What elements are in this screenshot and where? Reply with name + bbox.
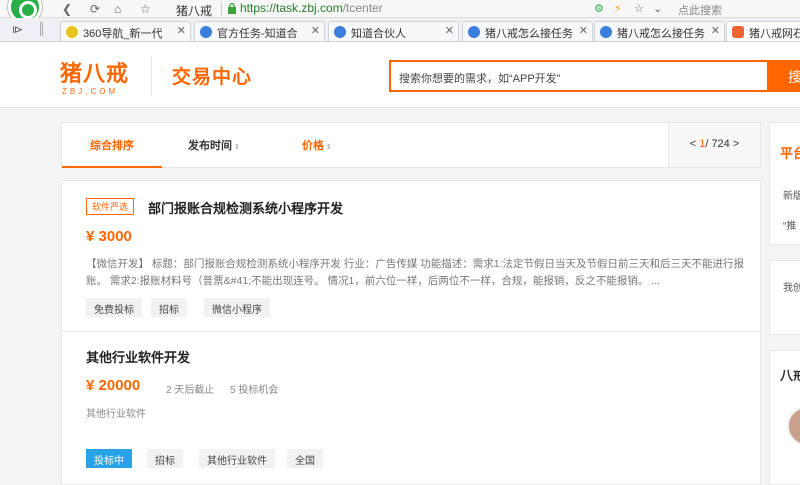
panel-text: 我创 — [783, 283, 800, 294]
site-header: 猪八戒 ZBJ.COM 交易中心 搜索你想要的需求，如“APP开发” 搜 — [0, 42, 800, 108]
brand-logo[interactable]: 猪八戒 ZBJ.COM — [60, 56, 129, 96]
browser-tab[interactable]: 360导航_新一代 ✕ — [60, 21, 191, 41]
sort-arrow-icon: ⇕ — [326, 144, 332, 151]
browser-tab[interactable]: 猪八戒怎么接任务 ✕ — [462, 21, 593, 41]
sort-comprehensive[interactable]: 综合排序 — [90, 137, 134, 153]
url-path: /tcenter — [342, 1, 383, 15]
sidebar-toggle-icon[interactable]: ⧐ — [12, 23, 23, 36]
url-field[interactable]: https://task.zbj.com/tcenter — [240, 1, 383, 15]
task-title[interactable]: 其他行业软件开发 — [86, 347, 190, 366]
close-icon[interactable]: ✕ — [442, 24, 454, 37]
home-icon[interactable]: ⌂ — [114, 2, 121, 16]
tab-favicon-icon — [468, 26, 480, 38]
divider — [151, 56, 152, 96]
favorite-icon[interactable]: ☆ — [140, 2, 151, 16]
task-tag[interactable]: 招标 — [151, 298, 187, 317]
bajie-panel: 八戒 — [769, 350, 800, 485]
task-card[interactable]: 其他行业软件开发 ¥ 20000 2 天后截止 5 投标机会 其他行业软件 投标… — [61, 332, 761, 485]
panel-heading: 八戒 — [780, 368, 800, 383]
task-deadline: 2 天后截止 — [166, 385, 215, 396]
sort-arrow-icon: ⇕ — [234, 144, 240, 151]
task-tag[interactable]: 其他行业软件 — [199, 449, 275, 468]
brand-name: 猪八戒 — [60, 62, 130, 87]
task-category: 其他行业软件 — [86, 409, 146, 420]
lock-icon — [228, 3, 236, 14]
page-title: 交易中心 — [172, 67, 253, 88]
browser-address-bar: ❮ ⟳ ⌂ ☆ 猪八戒 https://task.zbj.com/tcenter… — [0, 0, 800, 24]
sort-label: 发布时间 — [188, 140, 232, 152]
close-icon[interactable]: ✕ — [308, 24, 320, 37]
task-tag[interactable]: 全国 — [287, 449, 323, 468]
close-icon[interactable]: ✕ — [174, 24, 186, 37]
user-panel: 我创 — [769, 260, 800, 335]
search-placeholder: 搜索你想要的需求，如“APP开发” — [399, 73, 561, 85]
task-price: ¥ 20000 — [86, 377, 141, 394]
task-title[interactable]: 部门报账合规检测系统小程序开发 — [148, 198, 343, 217]
task-tag[interactable]: 微信小程序 — [204, 298, 270, 317]
prev-page-button[interactable]: < — [690, 138, 696, 150]
url-host: https://task.zbj.com — [240, 1, 343, 15]
panel-text: “推 — [783, 221, 797, 232]
tab-favicon-icon — [334, 26, 346, 38]
site-identity: 猪八戒 — [176, 4, 213, 18]
tab-favicon-icon — [732, 26, 744, 38]
sort-label: 价格 — [302, 140, 324, 152]
task-description: 【微信开发】 标题：部门报账合规检测系统小程序开发 行业：广告传媒 功能描述：需… — [86, 258, 745, 287]
next-page-button[interactable]: > — [733, 138, 739, 150]
task-price: ¥ 3000 — [86, 228, 132, 245]
back-icon[interactable]: ❮ — [62, 2, 72, 16]
close-icon[interactable]: ✕ — [576, 24, 588, 37]
sort-price[interactable]: 价格 ⇕ — [302, 137, 332, 153]
browser-tab-active[interactable]: 猪八戒网石 — [726, 21, 800, 41]
tab-divider — [40, 22, 43, 36]
tab-title: 360导航_新一代 — [83, 28, 163, 40]
divider — [221, 2, 222, 16]
avatar[interactable] — [787, 406, 800, 446]
star-icon[interactable]: ☆ — [634, 2, 644, 15]
refresh-icon[interactable]: ⟳ — [90, 2, 100, 16]
brand-domain: ZBJ.COM — [62, 87, 119, 96]
sort-publish-time[interactable]: 发布时间 ⇕ — [188, 137, 240, 153]
active-indicator — [62, 166, 162, 168]
tab-title: 猪八戒网石 — [749, 28, 800, 40]
task-tag[interactable]: 免费投标 — [86, 298, 142, 317]
security-icon[interactable]: ⚙ — [594, 2, 604, 15]
tab-favicon-icon — [66, 26, 78, 38]
browser-search-input[interactable]: 点此搜索 — [666, 0, 800, 17]
total-pages: / 724 — [705, 138, 730, 150]
software-selected-badge: 软件严选 — [86, 198, 135, 215]
browser-tab[interactable]: 知道合伙人 ✕ — [328, 21, 459, 41]
browser-tab[interactable]: 猪八戒怎么接任务 ✕ — [594, 21, 725, 41]
panel-heading: 平台 — [780, 146, 800, 161]
platform-panel: 平台 新版 “推 — [769, 122, 800, 245]
tab-favicon-icon — [600, 26, 612, 38]
tab-title: 知道合伙人 — [351, 28, 406, 40]
tab-title: 猪八戒怎么接任务 — [617, 28, 705, 40]
search-button[interactable]: 搜 — [768, 60, 800, 92]
tab-favicon-icon — [200, 26, 212, 38]
pagination: < 1/ 724 > — [668, 123, 760, 167]
sort-filter-bar: 综合排序 发布时间 ⇕ 价格 ⇕ < 1/ 724 > — [61, 122, 761, 168]
close-icon[interactable]: ✕ — [708, 24, 720, 37]
tab-title: 官方任务-知道合 — [217, 28, 298, 40]
task-card[interactable]: 软件严选 部门报账合规检测系统小程序开发 ¥ 3000 【微信开发】 标题：部门… — [61, 180, 761, 332]
task-bid-chances: 5 投标机会 — [230, 385, 279, 396]
panel-text: 新版 — [783, 191, 800, 202]
browser-tab-bar: ⧐ 360导航_新一代 ✕ 官方任务-知道合 ✕ 知道合伙人 ✕ 猪八戒怎么接任… — [0, 18, 800, 42]
tab-title: 猪八戒怎么接任务 — [485, 28, 573, 40]
task-search-input[interactable]: 搜索你想要的需求，如“APP开发” — [389, 60, 769, 92]
lightning-icon[interactable]: ⚡ — [614, 2, 622, 15]
chevron-down-icon[interactable]: ⌄ — [653, 2, 662, 15]
bidding-status-badge: 投标中 — [86, 449, 132, 468]
task-tag[interactable]: 招标 — [147, 449, 183, 468]
browser-tab[interactable]: 官方任务-知道合 ✕ — [194, 21, 325, 41]
